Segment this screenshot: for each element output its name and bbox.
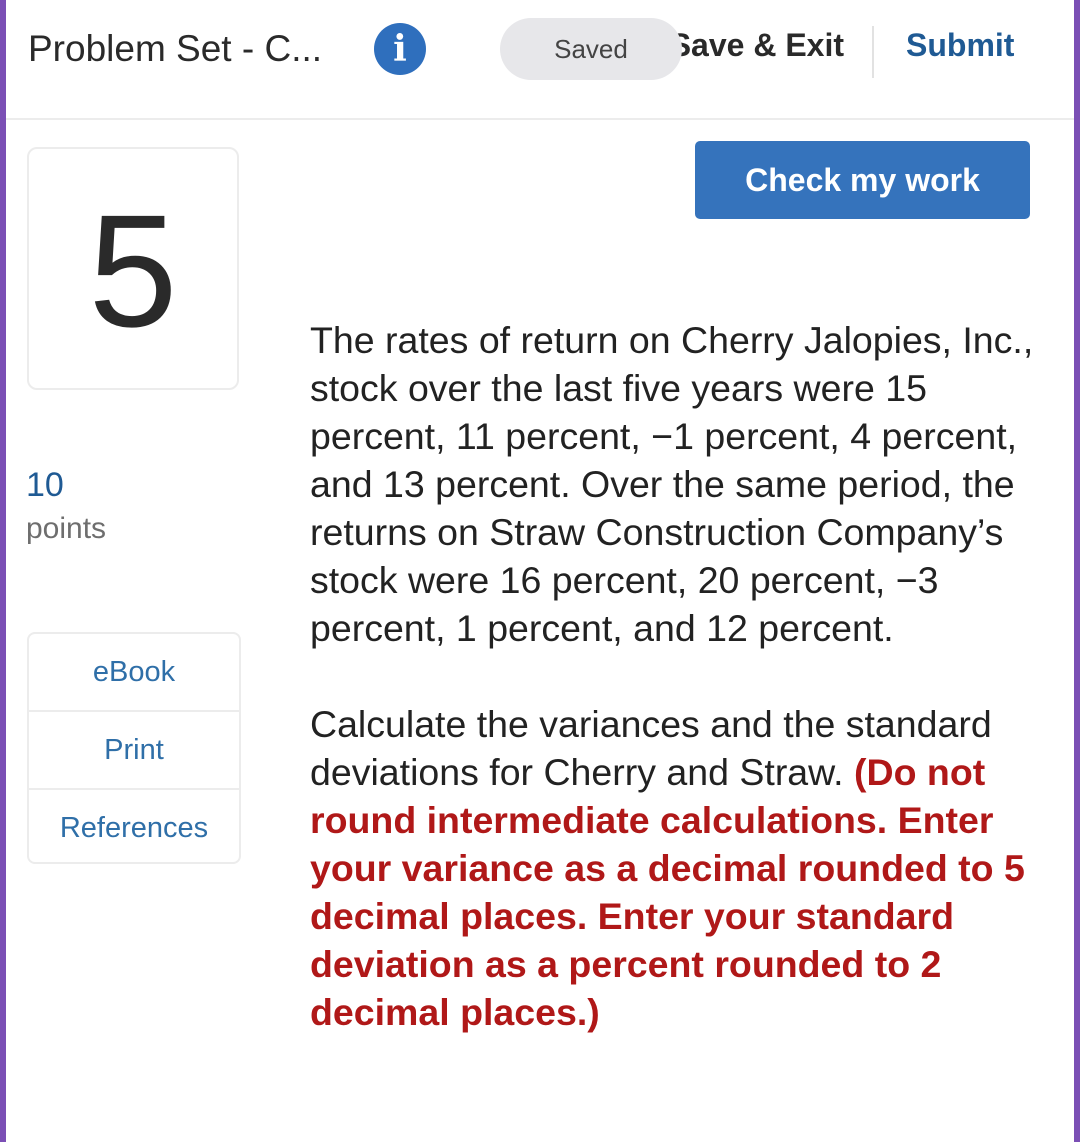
saved-status-badge: Saved (500, 18, 682, 80)
resources-panel: eBook Print References (27, 632, 241, 864)
question-number: 5 (88, 181, 178, 360)
check-my-work-button[interactable]: Check my work (695, 141, 1030, 219)
window-edge-right (1074, 0, 1080, 1142)
print-link[interactable]: Print (29, 712, 239, 790)
window-edge-left (0, 0, 6, 1142)
instruction-emphasis: (Do not round intermediate calculations.… (310, 751, 1025, 1033)
header-bar: Problem Set - C... i Save & Exit Saved S… (6, 0, 1074, 120)
ebook-link[interactable]: eBook (29, 634, 239, 712)
assignment-title: Problem Set - C... (28, 28, 323, 69)
problem-paragraph: The rates of return on Cherry Jalopies, … (310, 319, 1034, 649)
info-icon[interactable]: i (374, 23, 426, 75)
question-number-card: 5 (27, 147, 239, 390)
points-value: 10 (26, 466, 64, 504)
submit-button[interactable]: Submit (906, 27, 1014, 64)
instruction-paragraph: Calculate the variances and the standard… (310, 700, 1045, 1036)
problem-text: The rates of return on Cherry Jalopies, … (310, 316, 1045, 1036)
header-divider (872, 26, 874, 78)
references-link[interactable]: References (29, 790, 239, 862)
points-label: points (26, 512, 107, 545)
